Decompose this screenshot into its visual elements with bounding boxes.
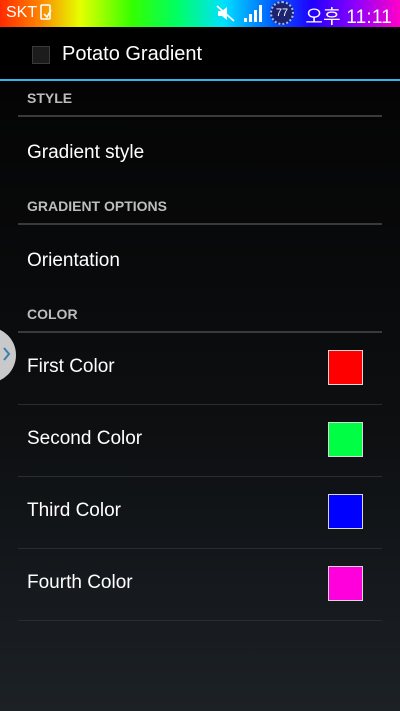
action-bar: Potato Gradient — [0, 27, 400, 81]
color-swatch[interactable] — [328, 566, 363, 601]
preferences-list: STYLE Gradient style GRADIENT OPTIONS Or… — [0, 81, 400, 711]
carrier-name: SKT — [6, 4, 38, 21]
section-header-style: STYLE — [18, 81, 382, 117]
color-swatch[interactable] — [328, 350, 363, 385]
pref-label: Gradient style — [27, 142, 145, 163]
signal-icon — [244, 5, 262, 22]
pref-fourth-color[interactable]: Fourth Color — [18, 549, 382, 621]
chevron-right-icon — [3, 347, 11, 361]
clock: 오후 11:11 — [305, 7, 392, 28]
pref-label: Third Color — [27, 500, 121, 521]
pref-third-color[interactable]: Third Color — [18, 477, 382, 549]
color-swatch[interactable] — [328, 494, 363, 529]
pref-label: Fourth Color — [27, 572, 133, 593]
battery-indicator: 77 — [270, 1, 294, 25]
pref-orientation[interactable]: Orientation — [18, 225, 382, 299]
section-header-label: GRADIENT OPTIONS — [27, 198, 168, 214]
app-icon[interactable] — [32, 46, 50, 64]
pref-gradient-style[interactable]: Gradient style — [18, 117, 382, 191]
mute-icon — [216, 5, 235, 22]
section-header-label: COLOR — [27, 306, 78, 322]
section-header-gradient-options: GRADIENT OPTIONS — [18, 189, 382, 225]
pref-second-color[interactable]: Second Color — [18, 405, 382, 477]
pref-label: First Color — [27, 356, 115, 377]
pref-first-color[interactable]: First Color — [18, 333, 382, 405]
sms-notification-icon — [40, 4, 52, 20]
color-swatch[interactable] — [328, 422, 363, 457]
pref-label: Orientation — [27, 250, 120, 271]
pref-label: Second Color — [27, 428, 143, 449]
section-header-label: STYLE — [27, 90, 73, 106]
battery-level: 77 — [275, 7, 289, 19]
section-header-color: COLOR — [18, 297, 382, 333]
app-title: Potato Gradient — [62, 43, 203, 65]
status-bar: SKT 77 오후 11:11 — [0, 0, 400, 28]
